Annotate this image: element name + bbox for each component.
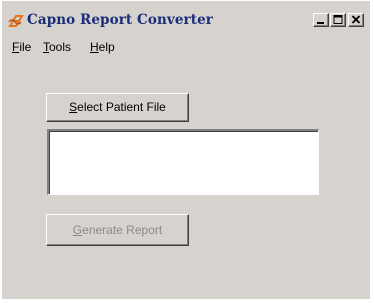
select-mnemonic: S	[69, 100, 78, 114]
window-title: Capno Report Converter	[27, 12, 213, 28]
select-patient-file-button[interactable]: Select Patient File	[46, 93, 189, 122]
menu-help[interactable]: Help	[90, 40, 115, 54]
menu-file-label: ile	[19, 40, 32, 54]
app-window: Capno Report Converter File Tools Help S…	[0, 0, 374, 303]
menu-help-label: elp	[98, 40, 115, 54]
menu-file[interactable]: File	[12, 40, 31, 54]
minimize-icon	[317, 22, 324, 24]
menu-bar: File Tools Help	[4, 38, 370, 58]
close-button[interactable]	[348, 13, 364, 27]
maximize-button[interactable]	[330, 13, 346, 27]
menu-tools-label: ools	[49, 40, 72, 54]
generate-mnemonic: G	[72, 223, 83, 237]
select-label: elect Patient File	[77, 100, 166, 114]
generate-label: enerate Report	[82, 223, 163, 237]
minimize-button[interactable]	[313, 13, 329, 27]
app-logo-icon	[8, 13, 25, 29]
title-bar[interactable]: Capno Report Converter	[4, 10, 370, 34]
menu-help-mnemonic: H	[90, 40, 99, 54]
maximize-icon	[333, 15, 343, 24]
generate-report-button[interactable]: Generate Report	[46, 214, 189, 246]
menu-tools[interactable]: Tools	[43, 40, 71, 54]
close-icon	[351, 15, 361, 24]
patient-file-textbox[interactable]	[47, 129, 319, 195]
